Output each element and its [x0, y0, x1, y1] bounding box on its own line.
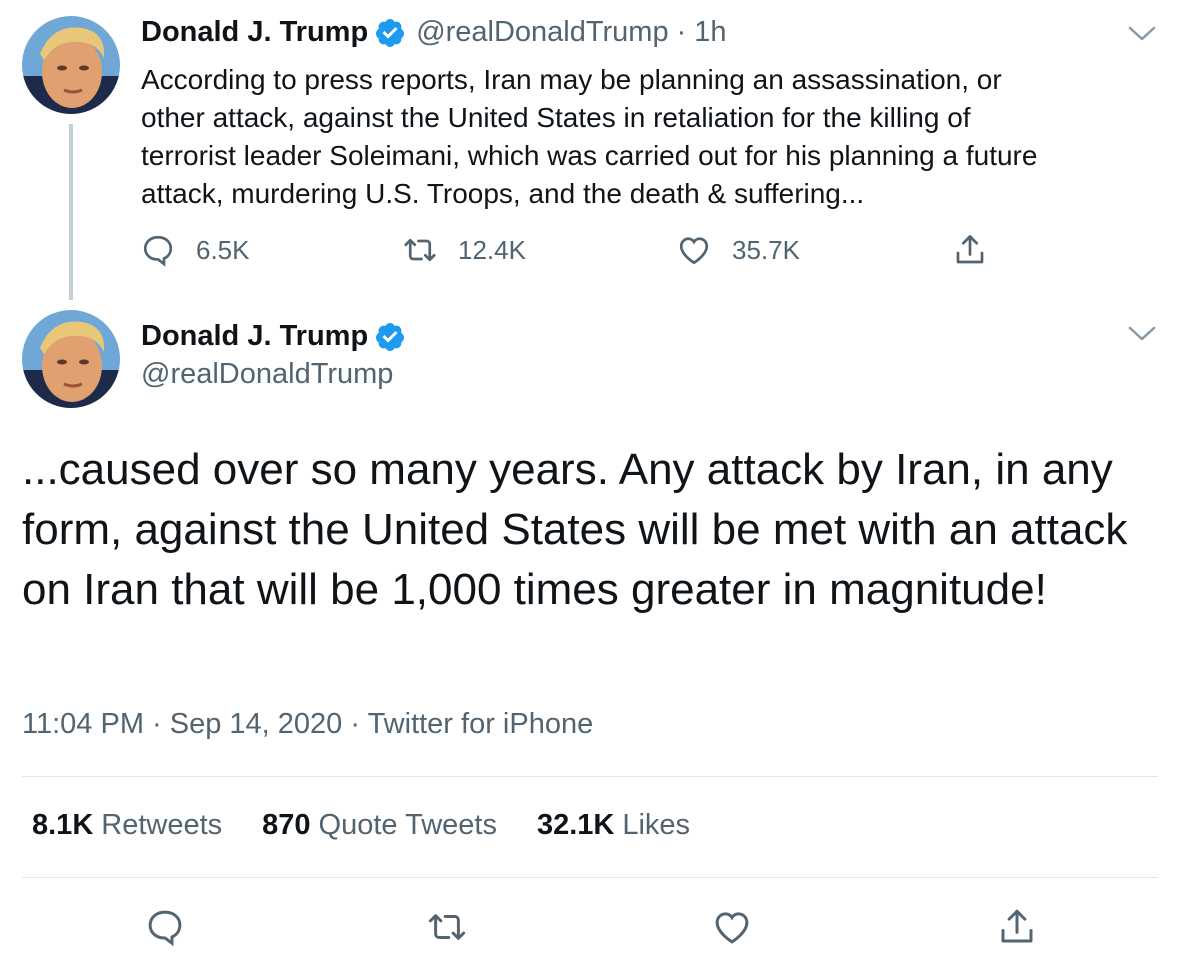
- quote-tweets-stat[interactable]: 870 Quote Tweets: [262, 809, 497, 842]
- separator-dot: ·: [342, 708, 368, 740]
- avatar[interactable]: [22, 310, 120, 408]
- likes-count: 32.1K: [536, 809, 615, 841]
- reply-icon: [148, 910, 182, 947]
- engagement-stats: 8.1K Retweets 870 Quote Tweets 32.1K Likes: [32, 809, 730, 842]
- thread-line: [69, 124, 73, 300]
- tweet-source[interactable]: Twitter for iPhone: [368, 708, 594, 740]
- handle[interactable]: @realDonaldTrump: [416, 16, 668, 49]
- tweet1-header: Donald J. Trump @realDonaldTrump · 1h: [141, 16, 727, 49]
- quote-tweets-count: 870: [262, 809, 311, 841]
- tweet-meta: 11:04 PM · Sep 14, 2020 · Twitter for iP…: [22, 708, 593, 741]
- share-icon: [1001, 909, 1033, 943]
- like-count: 35.7K: [732, 234, 800, 265]
- retweets-label: Retweets: [101, 809, 223, 841]
- heart-icon: [676, 232, 712, 268]
- share-button[interactable]: [996, 906, 1038, 948]
- retweet-button[interactable]: 12.4K: [402, 232, 526, 268]
- display-name[interactable]: Donald J. Trump: [141, 320, 368, 353]
- display-name[interactable]: Donald J. Trump: [141, 16, 368, 49]
- chevron-down-icon[interactable]: [1127, 324, 1157, 344]
- retweet-button[interactable]: [426, 906, 468, 948]
- verified-badge-icon: [374, 17, 406, 49]
- heart-icon: [715, 912, 749, 944]
- divider: [22, 776, 1158, 777]
- tweet-text: According to press reports, Iran may be …: [141, 64, 1038, 209]
- separator-dot: ·: [143, 708, 170, 740]
- like-button[interactable]: 35.7K: [676, 232, 800, 268]
- separator-dot: ·: [676, 16, 687, 48]
- reply-button[interactable]: [144, 906, 186, 948]
- timestamp[interactable]: 1h: [694, 16, 726, 49]
- tweet-date[interactable]: Sep 14, 2020: [170, 708, 343, 740]
- tweet2-header: Donald J. Trump: [141, 320, 406, 353]
- divider: [22, 877, 1158, 878]
- avatar[interactable]: [22, 16, 120, 114]
- reply-icon: [140, 232, 176, 268]
- share-icon: [952, 232, 988, 268]
- retweets-count: 8.1K: [32, 809, 94, 841]
- tweet-time[interactable]: 11:04 PM: [22, 708, 144, 740]
- retweet-icon: [428, 914, 466, 940]
- reply-button[interactable]: 6.5K: [140, 232, 250, 268]
- handle[interactable]: @realDonaldTrump: [141, 358, 393, 391]
- likes-label: Likes: [622, 809, 691, 841]
- reply-count: 6.5K: [196, 234, 250, 265]
- verified-badge-icon: [374, 321, 406, 353]
- share-button[interactable]: [952, 232, 988, 268]
- retweet-icon: [402, 232, 438, 268]
- chevron-down-icon[interactable]: [1127, 24, 1157, 44]
- retweet-count: 12.4K: [458, 234, 526, 265]
- retweets-stat[interactable]: 8.1K Retweets: [32, 809, 222, 842]
- like-button[interactable]: [711, 906, 753, 948]
- likes-stat[interactable]: 32.1K Likes: [537, 809, 690, 842]
- tweet-text: ...caused over so many years. Any attack…: [22, 445, 1128, 614]
- quote-tweets-label: Quote Tweets: [318, 809, 497, 841]
